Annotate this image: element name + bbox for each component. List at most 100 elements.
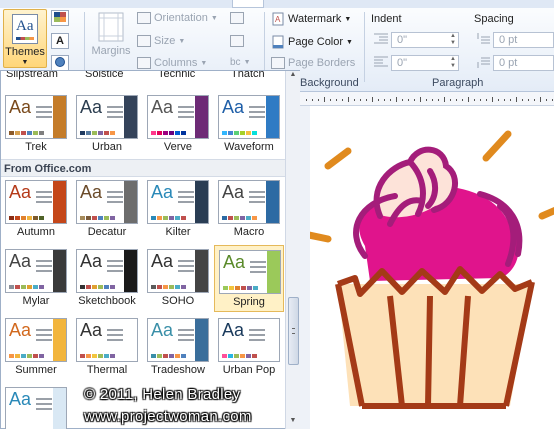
ruler-tick (456, 99, 457, 101)
theme-urban-pop[interactable]: Aa Urban Pop (214, 314, 284, 381)
theme-waveform[interactable]: Aa Waveform (214, 91, 284, 158)
indent-right-field[interactable]: 0" ▲ ▼ (391, 55, 459, 71)
themes-gallery[interactable]: Slipstream Solstice Technic Thatch Aa Tre… (0, 70, 300, 429)
chevron-down-icon: ▼ (178, 37, 186, 45)
ruler-tick (318, 99, 319, 101)
theme-partial[interactable]: Aa (1, 383, 71, 429)
size-icon (137, 35, 151, 47)
theme-autumn[interactable]: Aa Autumn (1, 176, 71, 243)
vertical-ruler[interactable] (300, 106, 310, 429)
chevron-down-icon: ▼ (21, 59, 29, 66)
ruler-tick (312, 99, 313, 101)
ruler-tick (528, 99, 529, 101)
ruler-tick (450, 99, 451, 101)
document-page[interactable] (300, 106, 554, 429)
ruler-tick (408, 99, 409, 101)
indent-left-field[interactable]: 0" ▲ ▼ (391, 32, 459, 48)
indent-label: Indent (371, 13, 402, 25)
ruler-tick (480, 99, 481, 101)
ruler-tick (438, 99, 439, 101)
theme-mylar[interactable]: Aa Mylar (1, 245, 71, 312)
spin-arrows-icon[interactable]: ▲ ▼ (450, 56, 456, 70)
svg-text:A: A (275, 15, 281, 24)
theme-trek[interactable]: Aa Trek (1, 91, 71, 158)
theme-fonts-icon[interactable]: A (51, 33, 69, 49)
ruler-tick (342, 99, 343, 101)
ruler-tick (444, 97, 445, 102)
margins-button[interactable]: Margins (90, 12, 132, 57)
margins-label: Margins (91, 45, 131, 57)
theme-tradeshow[interactable]: Aa Tradeshow (143, 314, 213, 381)
page-borders-button[interactable]: Page Borders (271, 57, 355, 69)
theme-preview: Aa (5, 95, 67, 139)
theme-spring[interactable]: Aa Spring (214, 245, 284, 312)
ruler-tick (366, 99, 367, 101)
ruler-tick (360, 99, 361, 101)
ruler-tick (522, 99, 523, 101)
theme-name: SOHO (161, 295, 195, 307)
theme-preview: Aa (5, 318, 67, 362)
theme-verve[interactable]: Aa Verve (143, 91, 213, 158)
theme-thermal[interactable]: Aa Thermal (72, 314, 142, 381)
themes-button[interactable]: Aa Themes ▼ (3, 9, 47, 68)
watermark-button[interactable]: A Watermark ▼ (271, 12, 351, 26)
ruler-tick (354, 99, 355, 101)
spin-arrows-icon[interactable]: ▲ ▼ (450, 33, 456, 47)
ruler-tick (378, 99, 379, 101)
theme-macro[interactable]: Aa Macro (214, 176, 284, 243)
theme-urban[interactable]: Aa Urban (72, 91, 142, 158)
website-watermark: www.projectwoman.com (84, 408, 252, 425)
theme-colors-icon[interactable] (51, 10, 69, 26)
columns-button[interactable]: Columns ▼ (137, 57, 207, 69)
scroll-down-icon[interactable]: ▼ (286, 417, 300, 429)
ruler-tick (510, 99, 511, 101)
themes-icon: Aa (12, 14, 38, 44)
ruler-tick (396, 97, 397, 102)
ruler-tick (534, 99, 535, 101)
scrollbar-thumb[interactable] (288, 297, 299, 365)
spacing-after-icon (477, 57, 490, 68)
page-color-button[interactable]: Page Color ▼ (271, 35, 353, 49)
orientation-icon (137, 12, 151, 24)
ruler-tick (414, 99, 415, 101)
tab-page-layout[interactable] (232, 0, 264, 8)
theme-preview: Aa (5, 180, 67, 224)
theme-soho[interactable]: Aa SOHO (143, 245, 213, 312)
theme-sketchbook[interactable]: Aa Sketchbook (72, 245, 142, 312)
ruler-tick (348, 97, 349, 102)
breaks-icon[interactable] (230, 12, 244, 24)
line-numbers-icon[interactable] (230, 35, 244, 47)
gallery-top-row-partial: Slipstream Solstice Technic Thatch (6, 71, 265, 80)
theme-name: Trek (25, 141, 47, 153)
gallery-scrollbar[interactable]: ▲ ▼ (285, 71, 300, 429)
ruler-tick (306, 99, 307, 101)
chevron-down-icon: ▼ (210, 14, 218, 22)
chevron-down-icon: ▼ (344, 15, 352, 23)
indent-left-icon (374, 33, 388, 44)
ruler-tick (552, 99, 553, 101)
spacing-after-field[interactable]: 0 pt (493, 55, 554, 71)
hyphenation-icon[interactable]: bc ▼ (230, 57, 251, 68)
chevron-down-icon: ▼ (346, 38, 353, 46)
ribbon-separator (364, 12, 365, 82)
theme-name: Mylar (22, 295, 50, 307)
theme-effects-icon[interactable] (51, 55, 69, 71)
theme-preview: Aa (5, 387, 67, 429)
ruler-tick (390, 99, 391, 101)
page-borders-icon (271, 57, 285, 69)
spacing-before-field[interactable]: 0 pt (493, 32, 554, 48)
ruler-tick (324, 97, 325, 102)
theme-preview: Aa (76, 249, 138, 293)
ruler-tick (372, 97, 373, 102)
horizontal-ruler[interactable] (300, 92, 554, 106)
scroll-up-icon[interactable]: ▲ (286, 71, 300, 83)
cupcake-image[interactable] (300, 106, 554, 429)
theme-kilter[interactable]: Aa Kilter (143, 176, 213, 243)
size-button[interactable]: Size ▼ (137, 35, 185, 47)
theme-decatur[interactable]: Aa Decatur (72, 176, 142, 243)
ruler-tick (330, 99, 331, 101)
orientation-button[interactable]: Orientation ▼ (137, 12, 218, 24)
ruler-tick (432, 99, 433, 101)
theme-summer[interactable]: Aa Summer (1, 314, 71, 381)
theme-name: Tradeshow (150, 364, 205, 376)
